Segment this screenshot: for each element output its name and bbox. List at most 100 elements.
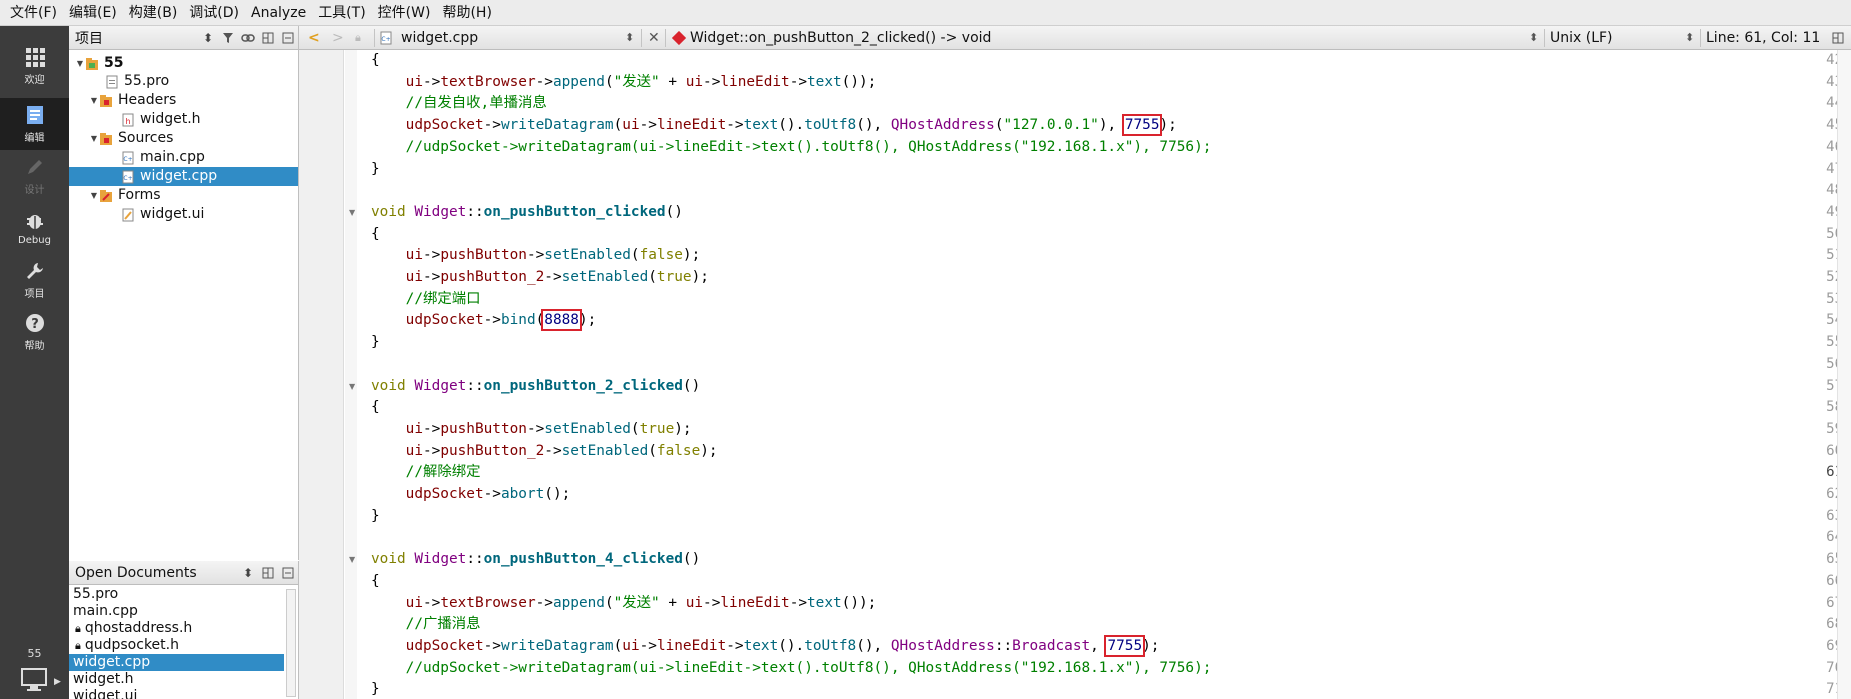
tree-folder-forms[interactable]: ▼ Forms: [89, 186, 161, 205]
code-line[interactable]: //广播消息: [371, 614, 481, 635]
code-line[interactable]: void Widget::on_pushButton_2_clicked(): [371, 376, 700, 397]
updown-icon[interactable]: ⬍: [625, 26, 634, 50]
split-icon[interactable]: [258, 26, 278, 50]
open-documents-scrollbar[interactable]: [286, 589, 296, 697]
tree-file-widget-ui[interactable]: widget.ui: [121, 205, 204, 224]
expand-arrow-icon[interactable]: ▼: [89, 186, 99, 205]
ui-file-icon: [122, 208, 134, 221]
editor-scrollbar[interactable]: [1837, 50, 1851, 699]
code-line[interactable]: ui->pushButton_2->setEnabled(true);: [371, 267, 709, 288]
line-number-gutter: [299, 50, 344, 699]
open-doc-qudpsocket-h[interactable]: 🔒︎ qudpsocket.h: [69, 637, 284, 654]
open-doc-widget-cpp[interactable]: widget.cpp: [69, 654, 284, 671]
tree-folder-headers[interactable]: ▼ Headers: [89, 91, 176, 110]
updown-icon[interactable]: ⬍: [198, 26, 218, 50]
mode-debug[interactable]: Debug: [0, 202, 69, 254]
menu-widgets[interactable]: 控件(W): [372, 0, 437, 26]
tree-label: main.cpp: [140, 149, 205, 165]
updown-icon[interactable]: ⬍: [238, 561, 258, 585]
symbol-selector[interactable]: Widget::on_pushButton_2_clicked() -> voi…: [690, 26, 991, 50]
back-arrow-icon[interactable]: <: [308, 26, 320, 50]
split-icon[interactable]: [258, 561, 278, 585]
mode-sidebar: 欢迎 编辑 设计 Debug 项目 ? 帮助 55 ▶: [0, 26, 69, 699]
open-documents-title[interactable]: Open Documents: [69, 565, 238, 581]
open-doc-main-cpp[interactable]: main.cpp: [69, 603, 284, 620]
tree-file-main-cpp[interactable]: C+ main.cpp: [121, 148, 205, 167]
fold-arrow-icon[interactable]: ▼: [349, 555, 355, 564]
fold-arrow-icon[interactable]: ▼: [349, 382, 355, 391]
code-line[interactable]: void Widget::on_pushButton_clicked(): [371, 202, 683, 223]
mode-design[interactable]: 设计: [0, 150, 69, 202]
code-line[interactable]: //自发自收,单播消息: [371, 93, 547, 114]
code-line[interactable]: udpSocket->writeDatagram(ui->lineEdit->t…: [371, 114, 1177, 137]
mode-help[interactable]: ? 帮助: [0, 306, 69, 358]
code-line[interactable]: udpSocket->writeDatagram(ui->lineEdit->t…: [371, 634, 1159, 657]
close-panel-icon[interactable]: [278, 26, 298, 50]
close-file-icon[interactable]: ✕: [648, 26, 660, 50]
monitor-icon[interactable]: [20, 667, 48, 693]
expand-arrow-icon[interactable]: ▼: [75, 54, 85, 73]
updown-icon[interactable]: ⬍: [1685, 26, 1694, 50]
file-selector[interactable]: widget.cpp: [401, 26, 478, 50]
expand-arrow-icon[interactable]: ▼: [89, 91, 99, 110]
mode-projects[interactable]: 项目: [0, 254, 69, 306]
sources-folder-icon: [100, 132, 112, 145]
tree-label: 55.pro: [124, 73, 170, 89]
code-line[interactable]: udpSocket->abort();: [371, 484, 571, 505]
code-line[interactable]: void Widget::on_pushButton_4_clicked(): [371, 549, 700, 570]
code-line[interactable]: //解除绑定: [371, 462, 481, 483]
tree-file-pro[interactable]: 55.pro: [105, 72, 169, 91]
code-line[interactable]: }: [371, 506, 380, 527]
menu-edit[interactable]: 编辑(E): [63, 0, 123, 26]
tree-label: Headers: [118, 92, 177, 108]
menu-analyze[interactable]: Analyze: [245, 0, 312, 26]
code-line[interactable]: //udpSocket->writeDatagram(ui->lineEdit-…: [371, 137, 1212, 158]
menu-debug[interactable]: 调试(D): [183, 0, 245, 26]
open-doc-widget-h[interactable]: widget.h: [69, 671, 284, 688]
mode-edit[interactable]: 编辑: [0, 98, 69, 150]
mode-welcome[interactable]: 欢迎: [0, 40, 69, 92]
expand-arrow-icon[interactable]: ▼: [89, 129, 99, 148]
code-line[interactable]: ui->pushButton_2->setEnabled(false);: [371, 441, 718, 462]
code-line[interactable]: ui->textBrowser->append("发送" + ui->lineE…: [371, 72, 877, 93]
updown-icon[interactable]: ⬍: [1529, 26, 1538, 50]
open-doc-widget-ui[interactable]: widget.ui: [69, 688, 284, 699]
doc-label: widget.ui: [73, 688, 138, 699]
open-doc-55-pro[interactable]: 55.pro: [69, 586, 284, 603]
code-line[interactable]: //绑定端口: [371, 289, 481, 310]
tree-project-55[interactable]: ▼ 55: [75, 54, 124, 73]
code-line[interactable]: ui->pushButton->setEnabled(false);: [371, 245, 701, 266]
menu-help[interactable]: 帮助(H): [436, 0, 497, 26]
kit-arrow-icon[interactable]: ▶: [54, 677, 61, 687]
code-line[interactable]: ui->pushButton->setEnabled(true);: [371, 419, 692, 440]
code-line[interactable]: }: [371, 332, 380, 353]
menu-tools[interactable]: 工具(T): [312, 0, 371, 26]
link-icon[interactable]: [238, 26, 258, 50]
fold-arrow-icon[interactable]: ▼: [349, 208, 355, 217]
tree-file-widget-h[interactable]: h widget.h: [121, 110, 201, 129]
forward-arrow-icon[interactable]: >: [332, 26, 344, 50]
code-line[interactable]: {: [371, 397, 380, 418]
code-line[interactable]: //udpSocket->writeDatagram(ui->lineEdit-…: [371, 658, 1212, 679]
pro-file-icon: [106, 75, 118, 88]
tree-file-widget-cpp[interactable]: C+ widget.cpp: [69, 167, 298, 186]
code-line[interactable]: {: [371, 224, 380, 245]
code-line[interactable]: {: [371, 50, 380, 71]
split-icon[interactable]: [1832, 32, 1844, 44]
code-line[interactable]: {: [371, 571, 380, 592]
close-panel-icon[interactable]: [278, 561, 298, 585]
code-line[interactable]: ui->textBrowser->append("发送" + ui->lineE…: [371, 593, 877, 614]
project-panel-title[interactable]: 项目: [69, 28, 198, 48]
line-ending-selector[interactable]: Unix (LF): [1550, 26, 1613, 50]
code-line[interactable]: }: [371, 679, 380, 699]
menu-build[interactable]: 构建(B): [123, 0, 184, 26]
code-line[interactable]: udpSocket->bind(8888);: [371, 309, 596, 332]
code-editor[interactable]: 42{43 ui->textBrowser->append("发送" + ui-…: [299, 50, 1851, 699]
code-line[interactable]: }: [371, 159, 380, 180]
menu-file[interactable]: 文件(F): [4, 0, 63, 26]
open-doc-qhostaddress-h[interactable]: 🔒︎ qhostaddress.h: [69, 620, 284, 637]
kit-selector-label[interactable]: 55: [0, 647, 69, 660]
tree-folder-sources[interactable]: ▼ Sources: [89, 129, 173, 148]
cursor-position[interactable]: Line: 61, Col: 11: [1706, 26, 1820, 50]
filter-icon[interactable]: [218, 26, 238, 50]
